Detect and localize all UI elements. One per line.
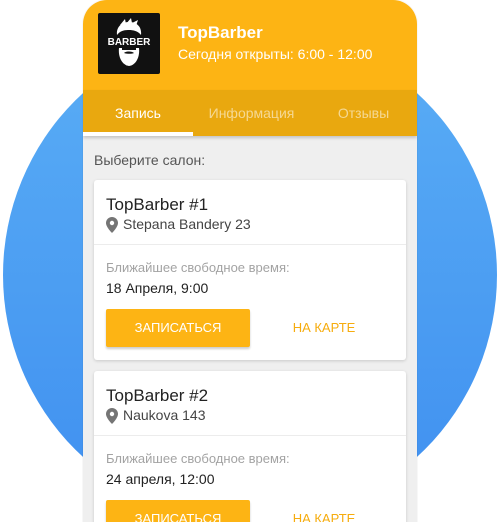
app-title: TopBarber (178, 23, 263, 42)
tab-info[interactable]: Информация (193, 90, 310, 136)
tab-reviews[interactable]: Отзывы (310, 90, 417, 136)
show-on-map-button[interactable]: НА КАРТЕ (274, 500, 374, 522)
free-time-value: 18 Апреля, 9:00 (106, 280, 209, 296)
phone-frame: BARBER TopBarber Сегодня открыты: 6:00 -… (83, 0, 417, 522)
card-divider (94, 244, 406, 245)
free-time-label: Ближайшее свободное время: (106, 260, 290, 275)
tab-bar: Запись Информация Отзывы (83, 90, 417, 136)
logo-barber-icon: BARBER (98, 13, 160, 74)
logo-text: BARBER (108, 37, 152, 48)
book-button[interactable]: ЗАПИСАТЬСЯ (106, 309, 250, 347)
opening-hours: Сегодня открыты: 6:00 - 12:00 (178, 46, 373, 62)
free-time-value: 24 апреля, 12:00 (106, 471, 215, 487)
salon-name: TopBarber #1 (106, 195, 209, 214)
select-salon-prompt: Выберите салон: (94, 152, 206, 168)
book-button[interactable]: ЗАПИСАТЬСЯ (106, 500, 250, 522)
active-tab-indicator (83, 132, 193, 136)
app-header: BARBER TopBarber Сегодня открыты: 6:00 -… (83, 0, 417, 90)
salon-card: TopBarber #1 Stepana Bandery 23 Ближайше… (94, 180, 406, 360)
salon-name: TopBarber #2 (106, 386, 209, 405)
salon-address: Stepana Bandery 23 (123, 216, 251, 232)
salon-card: TopBarber #2 Naukova 143 Ближайшее свобо… (94, 371, 406, 522)
card-divider (94, 435, 406, 436)
tab-booking[interactable]: Запись (83, 90, 193, 136)
free-time-label: Ближайшее свободное время: (106, 451, 290, 466)
location-pin-icon (106, 217, 118, 233)
salon-address: Naukova 143 (123, 407, 206, 423)
location-pin-icon (106, 408, 118, 424)
show-on-map-button[interactable]: НА КАРТЕ (274, 309, 374, 347)
